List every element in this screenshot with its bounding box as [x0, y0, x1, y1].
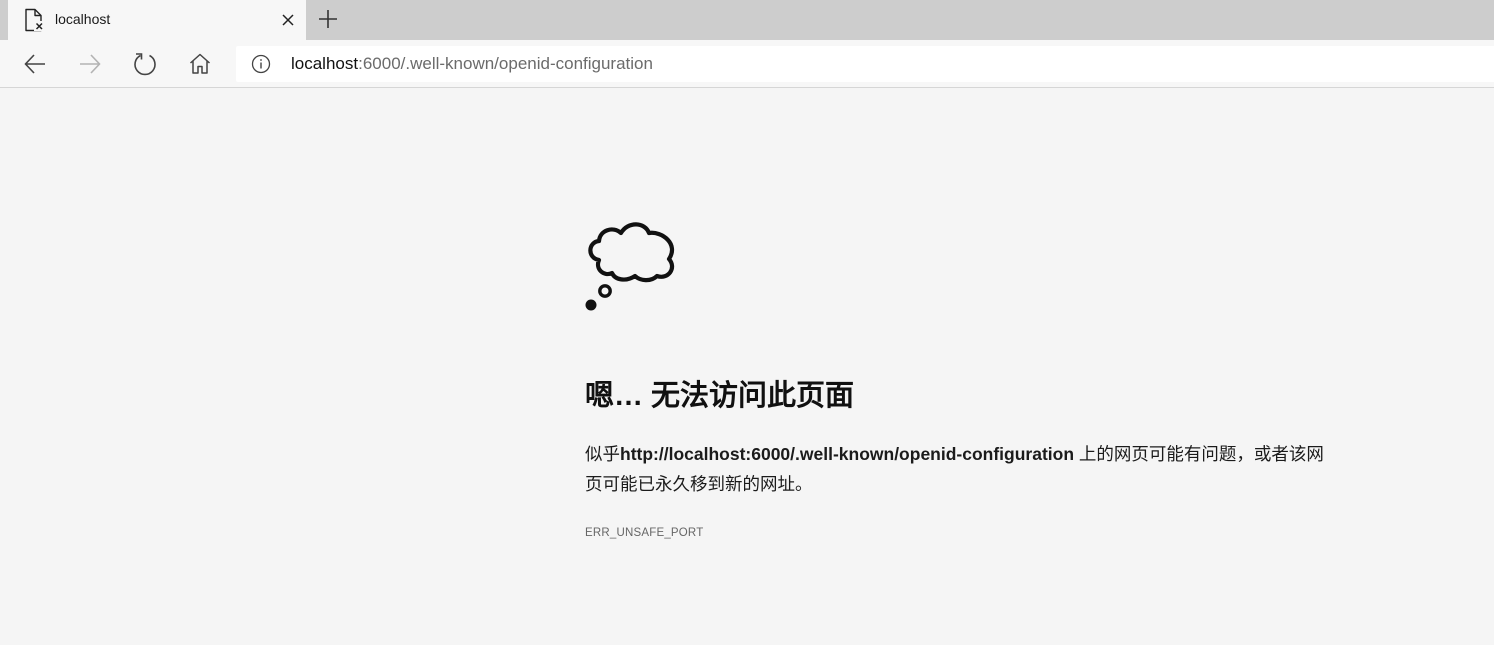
- tab-title: localhost: [55, 11, 111, 27]
- error-code: ERR_UNSAFE_PORT: [585, 527, 704, 539]
- thought-cloud-icon: [585, 222, 675, 311]
- broken-page-icon: [25, 8, 44, 32]
- navigation-toolbar: localhost:6000/.well-known/openid-config…: [0, 40, 1494, 88]
- info-icon[interactable]: [251, 54, 271, 74]
- url-path: :6000/.well-known/openid-configuration: [358, 54, 653, 73]
- home-icon[interactable]: [187, 51, 213, 77]
- desc-url: http://localhost:6000/.well-known/openid…: [620, 444, 1075, 464]
- error-heading: 嗯… 无法访问此页面: [585, 380, 855, 412]
- back-arrow-icon[interactable]: [22, 51, 48, 77]
- forward-arrow-icon[interactable]: [77, 51, 103, 77]
- desc-prefix: 似乎: [585, 444, 620, 464]
- close-icon[interactable]: [280, 12, 296, 28]
- plus-icon[interactable]: [318, 9, 338, 29]
- address-bar[interactable]: localhost:6000/.well-known/openid-config…: [236, 46, 1494, 82]
- refresh-icon[interactable]: [132, 51, 158, 77]
- error-description: 似乎http://localhost:6000/.well-known/open…: [585, 439, 1330, 499]
- tab-localhost[interactable]: localhost: [8, 0, 306, 40]
- url-host: localhost: [291, 54, 359, 73]
- url-text[interactable]: localhost:6000/.well-known/openid-config…: [291, 54, 653, 74]
- tab-strip: localhost: [0, 0, 1494, 40]
